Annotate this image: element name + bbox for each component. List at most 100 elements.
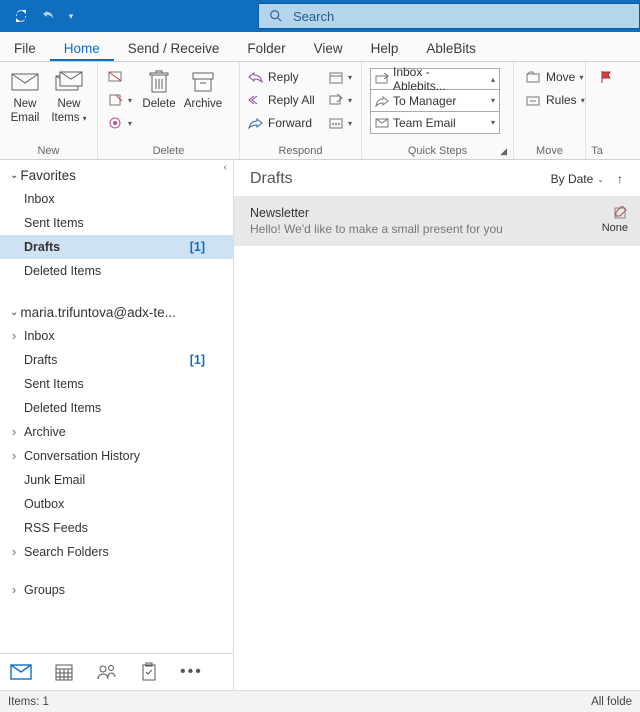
quickstep-team-email[interactable]: Team Email▾ [370,112,500,134]
fav-deleted-items[interactable]: Deleted Items [0,259,233,283]
folder-search-folders[interactable]: Search Folders [0,540,233,564]
search-icon [269,9,283,23]
flag-icon [598,70,614,84]
collapse-nav-button[interactable]: ‹ [222,160,229,175]
quickstep-more[interactable]: ▾ [491,118,495,127]
folder-title: Drafts [250,170,551,188]
more-views-icon[interactable]: ••• [180,663,203,681]
tab-view[interactable]: View [300,35,357,61]
nav-footer: ••• [0,653,233,690]
delete-button[interactable]: Delete [138,64,180,112]
quickstep-scroll-down[interactable]: ▾ [491,96,495,105]
message-subject: Newsletter [250,206,602,220]
folder-conversation-history[interactable]: Conversation History [0,444,233,468]
tab-ablebits[interactable]: AbleBits [412,35,490,61]
message-category: None [602,222,628,234]
chevron-down-icon: ⌄ [10,307,18,318]
search-input[interactable] [293,9,629,24]
group-label-tags: Ta [590,143,604,159]
statusbar: Items: 1 All folde [0,690,640,712]
message-item[interactable]: Newsletter Hello! We'd like to make a sm… [234,196,640,246]
junk-button[interactable]: ▾ [104,112,136,134]
tab-folder[interactable]: Folder [233,35,299,61]
fav-sent-items[interactable]: Sent Items [0,211,233,235]
reply-button[interactable]: Reply [244,66,322,88]
group-label-move: Move [518,143,581,159]
archive-button[interactable]: Archive [182,64,224,112]
qat-customize[interactable]: ▾ [64,4,78,28]
trash-icon [148,68,170,96]
tab-send-receive[interactable]: Send / Receive [114,35,234,61]
folder-drafts[interactable]: Drafts[1] [0,348,233,372]
cleanup-icon [108,93,124,107]
titlebar: ▾ [0,0,640,32]
folder-sent-items[interactable]: Sent Items [0,372,233,396]
cleanup-button[interactable]: ▾ [104,89,136,111]
new-items-button[interactable]: New Items ▾ [48,64,90,126]
folder-pane: ‹ ⌄ Favorites Inbox Sent Items Drafts[1]… [0,160,234,690]
rules-button[interactable]: Rules▾ [522,89,589,111]
quickstep-scroll-up[interactable]: ▴ [491,75,495,84]
folder-archive[interactable]: Archive [0,420,233,444]
tag-button[interactable] [594,66,618,88]
group-label-new: New [4,143,93,159]
tasks-view-icon[interactable] [140,662,158,682]
share-button[interactable]: ▾ [324,89,356,111]
draft-indicator-icon [614,206,628,220]
folder-inbox[interactable]: Inbox [0,324,233,348]
more-respond-button[interactable]: ▾ [324,112,356,134]
group-label-respond: Respond [244,143,357,159]
ignore-icon [108,70,124,84]
meeting-button[interactable]: ▾ [324,66,356,88]
message-preview: Hello! We'd like to make a small present… [250,222,602,236]
tab-help[interactable]: Help [357,35,413,61]
fav-inbox[interactable]: Inbox [0,187,233,211]
favorites-header[interactable]: ⌄ Favorites [0,160,233,187]
tab-home[interactable]: Home [50,35,114,61]
people-view-icon[interactable] [96,663,118,681]
menubar: File Home Send / Receive Folder View Hel… [0,32,640,62]
fav-drafts[interactable]: Drafts[1] [0,235,233,259]
folder-rss-feeds[interactable]: RSS Feeds [0,516,233,540]
move-to-folder-icon [375,73,389,85]
reply-all-button[interactable]: Reply All [244,89,322,111]
forward-button[interactable]: Forward [244,112,322,134]
new-email-button[interactable]: New Email [4,64,46,126]
mail-icon [375,117,389,129]
move-button[interactable]: Move▾ [522,66,589,88]
status-connection: All folde [591,696,632,708]
folder-move-icon [526,70,542,84]
sort-by-date[interactable]: By Date⌄ [551,172,604,186]
mail-view-icon[interactable] [10,663,32,681]
more-icon [328,116,344,130]
calendar-view-icon[interactable] [54,662,74,682]
mail-icon [11,68,39,96]
reply-all-icon [248,94,264,106]
folder-junk-email[interactable]: Junk Email [0,468,233,492]
tab-file[interactable]: File [0,35,50,61]
search-box[interactable] [258,3,640,29]
share-icon [328,93,344,107]
reply-icon [248,71,264,83]
chevron-down-icon: ⌄ [10,170,18,181]
account-header[interactable]: ⌄ maria.trifuntova@adx-te... [0,297,233,324]
archive-icon [191,68,215,96]
message-list-pane: Drafts By Date⌄ ↑ Newsletter Hello! We'd… [234,160,640,690]
quicksteps-dialog-launcher[interactable]: ◢ [500,146,507,157]
forward-icon [375,95,389,107]
folder-outbox[interactable]: Outbox [0,492,233,516]
mail-stack-icon [55,68,83,96]
group-label-delete: Delete [102,143,235,159]
quickstep-to-manager[interactable]: To Manager▾ [370,90,500,112]
ignore-button[interactable] [104,66,136,88]
undo-button[interactable] [36,4,62,28]
sync-button[interactable] [8,4,34,28]
sort-direction-button[interactable]: ↑ [612,172,628,186]
ribbon: New Email New Items ▾ New ▾ ▾ Delet [0,62,640,160]
group-label-quicksteps: Quick Steps◢ [366,143,509,159]
forward-icon [248,117,264,129]
groups-header[interactable]: Groups [0,578,233,602]
junk-icon [108,116,124,130]
quickstep-inbox-ablebits[interactable]: Inbox - Ablebits...▴ [370,68,500,90]
folder-deleted-items[interactable]: Deleted Items [0,396,233,420]
